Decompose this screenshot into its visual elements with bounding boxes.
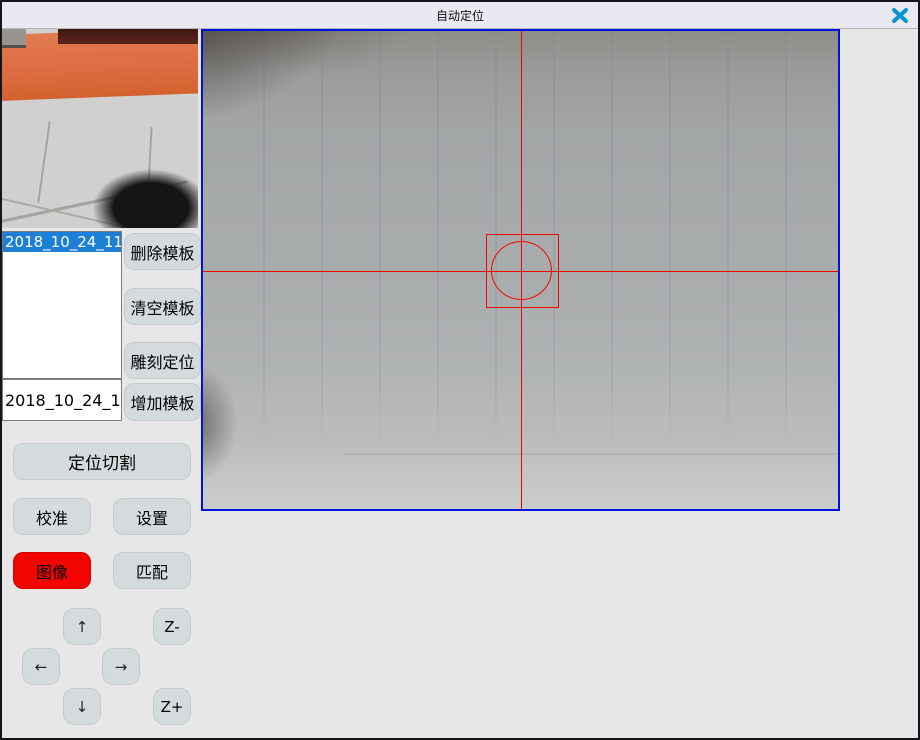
camera-horizontal-seam [343,453,838,455]
dialog-title: 自动定位 [436,7,484,24]
preview-dark-object [76,158,198,228]
template-preview-image [2,29,198,228]
clear-template-button[interactable]: 清空模板 [124,288,201,325]
delete-template-button[interactable]: 删除模板 [124,233,201,270]
template-name-field[interactable] [2,379,122,421]
position-cut-button[interactable]: 定位切割 [13,443,191,480]
title-bar: 自动定位 [2,2,918,29]
image-button[interactable]: 图像 [13,552,91,589]
match-button[interactable]: 匹配 [113,552,191,589]
jog-z-minus-button[interactable]: Z- [153,608,191,645]
jog-left-button[interactable]: ← [22,648,60,685]
jog-down-button[interactable]: ↓ [63,688,101,725]
camera-view [201,29,840,511]
add-template-button[interactable]: 增加模板 [124,383,201,421]
match-region-circle [491,241,552,300]
template-list-item[interactable]: 2018_10_24_11 [3,232,121,252]
preview-gray-patch [2,29,26,48]
jog-up-button[interactable]: ↑ [63,608,101,645]
jog-right-button[interactable]: → [102,648,140,685]
close-icon [892,8,908,23]
preview-tile-seam [37,121,50,202]
close-button[interactable] [888,4,912,26]
template-list[interactable]: 2018_10_24_11 [2,231,122,379]
preview-dark-strip [58,29,198,44]
settings-button[interactable]: 设置 [113,498,191,535]
jog-z-plus-button[interactable]: Z+ [153,688,191,725]
auto-position-dialog: 自动定位 2018_10_24_11 删除模板 清空模板 雕刻定位 增加模板 定… [0,0,920,740]
calibrate-button[interactable]: 校准 [13,498,91,535]
engrave-position-button[interactable]: 雕刻定位 [124,342,201,379]
